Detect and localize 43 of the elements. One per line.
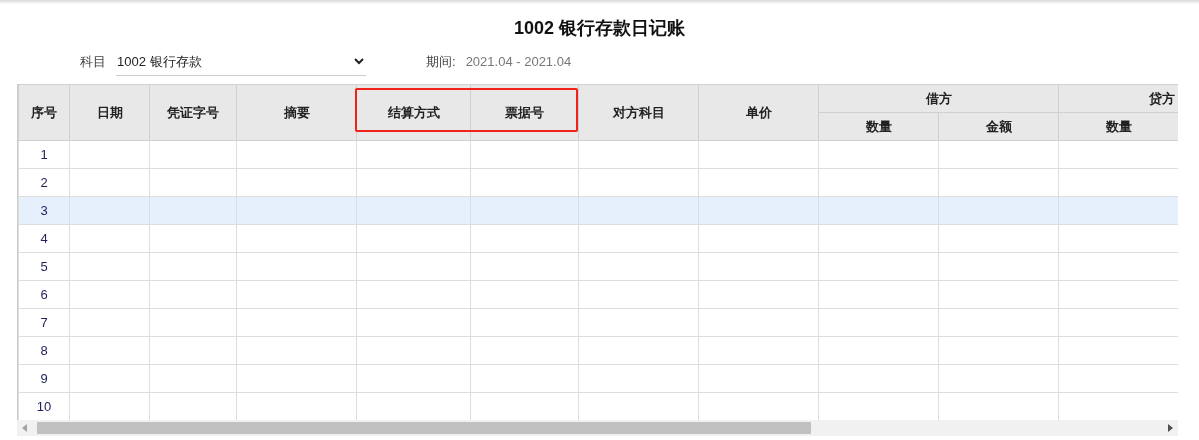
scroll-left-icon[interactable] [22,424,27,432]
row-number: 2 [40,174,48,190]
row-number: 3 [40,202,48,218]
table-row[interactable]: 5 [18,252,1178,281]
column-header: 数量 [818,112,939,141]
column-group-header: 贷方 [1058,84,1178,113]
column-header: 票据号 [470,84,579,141]
horizontal-scrollbar[interactable] [17,420,1178,436]
column-header: 结算方式 [356,84,471,141]
table-row[interactable]: 7 [18,308,1178,337]
table-row[interactable]: 8 [18,336,1178,365]
column-header: 单价 [698,84,819,141]
scrollbar-thumb[interactable] [37,422,811,434]
row-number: 8 [40,342,48,358]
table-row[interactable]: 3 [18,196,1178,225]
row-number: 9 [40,370,48,386]
column-group-header: 借方 [818,84,1059,113]
row-number: 1 [40,146,48,162]
table-row[interactable]: 9 [18,364,1178,393]
subject-select[interactable]: 1002 银行存款 [116,48,366,76]
table-row[interactable]: 4 [18,224,1178,253]
page-title: 1002 银行存款日记账 [513,17,685,40]
scroll-right-icon[interactable] [1168,424,1173,432]
row-number: 4 [40,230,48,246]
row-number: 7 [40,314,48,330]
subject-label: 科目 [80,53,106,72]
table-row[interactable]: 6 [18,280,1178,309]
period-value: 2021.04 - 2021.04 [465,53,572,72]
column-header: 凭证字号 [149,84,237,141]
chevron-down-icon [354,58,364,65]
column-header: 序号 [18,84,70,141]
period-label: 期间: [426,53,456,72]
table-row[interactable]: 1 [18,140,1178,169]
column-header: 对方科目 [578,84,699,141]
column-header: 金额 [938,112,1059,141]
row-number: 5 [40,258,48,274]
row-number: 10 [36,398,52,414]
table-row[interactable]: 10 [18,392,1178,421]
row-number: 6 [40,286,48,302]
table-row[interactable]: 2 [18,168,1178,197]
column-header: 数量 [1058,112,1178,141]
column-header: 日期 [69,84,150,141]
column-header: 摘要 [236,84,357,141]
